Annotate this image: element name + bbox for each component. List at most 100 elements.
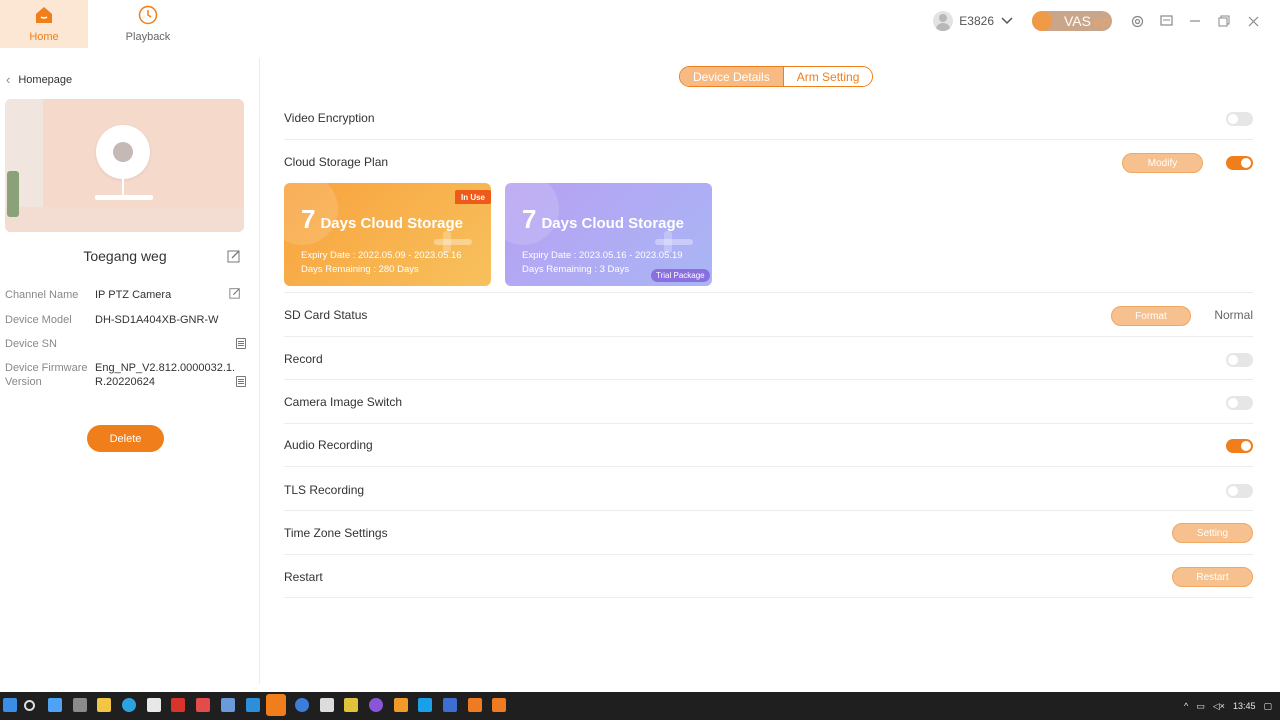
- plan-title-text: Days Cloud Storage: [541, 215, 684, 232]
- modify-button[interactable]: Modify: [1122, 153, 1203, 173]
- info-device-model: Device Model DH-SD1A404XB-GNR-W: [5, 313, 245, 327]
- cloud-storage-toggle[interactable]: [1226, 156, 1253, 170]
- format-button[interactable]: Format: [1111, 306, 1191, 326]
- avatar[interactable]: [933, 11, 954, 31]
- clock-icon: [137, 4, 159, 26]
- setting-label: Time Zone Settings: [284, 526, 388, 540]
- tab-arm-setting[interactable]: Arm Setting: [782, 67, 873, 86]
- setting-label: SD Card Status: [284, 308, 368, 322]
- app-icon[interactable]: [221, 698, 235, 712]
- row-audio-recording: Audio Recording: [284, 424, 1253, 467]
- app-icon[interactable]: [295, 698, 309, 712]
- setting-label: Record: [284, 352, 323, 366]
- settings-gear-icon[interactable]: [1130, 14, 1144, 28]
- system-tray: ^ ▭ ◁× 13:45 ▢: [1176, 692, 1272, 720]
- info-label: Channel Name: [5, 289, 79, 301]
- task-view-icon[interactable]: [48, 698, 62, 712]
- nav-tab-label: Home: [29, 31, 59, 43]
- nav-tab-playback[interactable]: Playback: [104, 0, 192, 48]
- device-info-panel: ‹ Homepage Toegang weg Channel Name IP P…: [0, 58, 260, 684]
- restore-icon[interactable]: [1217, 14, 1231, 28]
- mail-icon[interactable]: [246, 698, 260, 712]
- top-right-controls: E3826 VAS vip: [933, 10, 1260, 32]
- chevron-down-icon[interactable]: [1000, 14, 1014, 28]
- restart-button[interactable]: Restart: [1172, 567, 1253, 587]
- display-icon[interactable]: ▭: [1196, 701, 1205, 712]
- plan-expiry: Expiry Date : 2022.05.09 - 2023.05.16: [301, 250, 462, 261]
- setting-label: Cloud Storage Plan: [284, 155, 389, 169]
- setting-label: Camera Image Switch: [284, 395, 403, 409]
- edit-channel-name-icon[interactable]: [229, 287, 243, 301]
- info-value: IP PTZ Camera: [95, 289, 172, 301]
- info-value: DH-SD1A404XB-GNR-W: [95, 314, 219, 326]
- tab-device-details[interactable]: Device Details: [680, 67, 783, 86]
- sd-card-status: Normal: [1214, 308, 1253, 322]
- file-explorer-icon[interactable]: [97, 698, 111, 712]
- edge-icon[interactable]: [122, 698, 136, 712]
- app-icon[interactable]: [418, 698, 432, 712]
- store-icon[interactable]: [147, 698, 161, 712]
- plan-days: 7: [301, 204, 316, 234]
- clock-time[interactable]: 13:45: [1233, 701, 1256, 711]
- username[interactable]: E3826: [959, 14, 994, 28]
- search-icon[interactable]: [24, 700, 35, 711]
- info-label: Device SN: [5, 338, 57, 350]
- minimize-icon[interactable]: [1188, 14, 1202, 28]
- app-icon[interactable]: [369, 698, 383, 712]
- vlc-icon[interactable]: [394, 698, 408, 712]
- plan-remaining: Days Remaining : 280 Days: [301, 264, 419, 275]
- info-value: Eng_NP_V2.812.0000032.1.R.20220624: [95, 362, 236, 388]
- plant-decoration: [7, 171, 19, 217]
- chevron-left-icon: ‹: [6, 72, 11, 87]
- delete-button[interactable]: Delete: [87, 425, 164, 452]
- message-icon[interactable]: [1159, 14, 1173, 28]
- in-use-badge: In Use: [455, 190, 492, 204]
- audio-recording-toggle[interactable]: [1226, 439, 1253, 453]
- trial-package-badge: Trial Package: [651, 269, 710, 282]
- row-time-zone-settings: Time Zone Settings Setting: [284, 511, 1253, 555]
- info-device-sn: Device SN: [5, 337, 245, 351]
- app-icon[interactable]: [443, 698, 457, 712]
- info-channel-name: Channel Name IP PTZ Camera: [5, 288, 245, 302]
- volume-icon[interactable]: ◁×: [1213, 701, 1225, 712]
- app-icon[interactable]: [320, 698, 334, 712]
- device-name: Toegang weg: [83, 248, 167, 264]
- setting-label: TLS Recording: [284, 483, 365, 497]
- windows-start-icon[interactable]: [3, 698, 17, 712]
- copy-icon[interactable]: [236, 338, 246, 349]
- setting-label: Audio Recording: [284, 438, 373, 452]
- edit-device-name-icon[interactable]: [227, 249, 241, 263]
- chevron-up-icon[interactable]: ^: [1184, 701, 1188, 711]
- copy-icon[interactable]: [236, 376, 246, 387]
- setting-label: Video Encryption: [284, 111, 375, 125]
- back-to-homepage-link[interactable]: ‹ Homepage: [6, 72, 72, 87]
- vip-label: vip: [1092, 13, 1110, 29]
- home-icon: [33, 4, 55, 26]
- plan-title-text: Days Cloud Storage: [320, 215, 463, 232]
- back-label: Homepage: [18, 73, 73, 86]
- setting-label: Restart: [284, 570, 323, 584]
- office-icon[interactable]: [171, 698, 185, 712]
- plan-days: 7: [522, 204, 537, 234]
- detail-tabs: Device Details Arm Setting: [679, 66, 874, 87]
- record-toggle[interactable]: [1226, 353, 1253, 367]
- app-icon[interactable]: [492, 698, 506, 712]
- close-icon[interactable]: [1246, 14, 1260, 28]
- row-tls-recording: TLS Recording: [284, 467, 1253, 511]
- app-icon[interactable]: [468, 698, 482, 712]
- os-taskbar: ^ ▭ ◁× 13:45 ▢: [0, 692, 1280, 720]
- tls-recording-toggle[interactable]: [1226, 484, 1253, 498]
- nav-tab-home[interactable]: Home: [0, 0, 88, 48]
- vas-vip-button[interactable]: VAS vip: [1032, 11, 1112, 31]
- time-zone-setting-button[interactable]: Setting: [1172, 523, 1253, 543]
- camera-image-switch-toggle[interactable]: [1226, 396, 1253, 410]
- widgets-icon[interactable]: [73, 698, 87, 712]
- device-thumbnail: [5, 99, 244, 232]
- app-icon[interactable]: [196, 698, 210, 712]
- notification-icon[interactable]: ▢: [1263, 701, 1272, 712]
- dmss-app-icon[interactable]: [266, 694, 286, 716]
- app-icon[interactable]: [344, 698, 358, 712]
- info-label: Device Model: [5, 314, 72, 326]
- top-bar: Home Playback E3826 VAS vip: [0, 0, 1280, 48]
- video-encryption-toggle[interactable]: [1226, 112, 1253, 126]
